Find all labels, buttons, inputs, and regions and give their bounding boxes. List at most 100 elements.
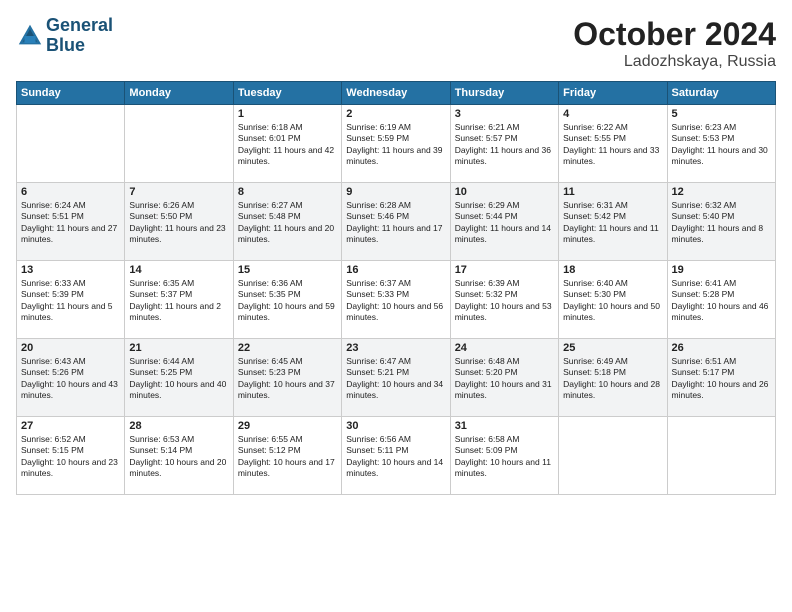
calendar-day-cell: 1Sunrise: 6:18 AM Sunset: 6:01 PM Daylig… — [233, 105, 341, 183]
day-info: Sunrise: 6:26 AM Sunset: 5:50 PM Dayligh… — [129, 200, 228, 246]
calendar-day-cell: 23 Sunrise: 6:47 AM Sunset: 5:21 PM Dayli… — [342, 339, 450, 417]
day-number: 12 — [672, 186, 771, 198]
day-info: Sunrise: 6:39 AM Sunset: 5:32 PM Dayligh… — [455, 278, 554, 324]
calendar-week-row: 27 Sunrise: 6:52 AM Sunset: 5:15 PM Dayli… — [17, 417, 776, 495]
day-info: Sunrise: 6:23 AM Sunset: 5:53 PM Dayligh… — [672, 122, 771, 168]
day-info: Sunrise: 6:55 AM Sunset: 5:12 PM Dayligh… — [238, 434, 337, 480]
calendar-day-cell: 4 Sunrise: 6:22 AM Sunset: 5:55 PM Daylig… — [559, 105, 667, 183]
calendar-day-cell: 20Sunrise: 6:43 AM Sunset: 5:26 PM Dayli… — [17, 339, 125, 417]
day-info: Sunrise: 6:37 AM Sunset: 5:33 PM Dayligh… — [346, 278, 445, 324]
day-info: Sunrise: 6:22 AM Sunset: 5:55 PM Dayligh… — [563, 122, 662, 168]
calendar-day-cell: 24 Sunrise: 6:48 AM Sunset: 5:20 PM Dayli… — [450, 339, 558, 417]
title-block: October 2024 Ladozhskaya, Russia — [573, 16, 776, 71]
title-location: Ladozhskaya, Russia — [573, 53, 776, 71]
day-number: 21 — [129, 342, 228, 354]
day-info: Sunrise: 6:27 AM Sunset: 5:48 PM Dayligh… — [238, 200, 337, 246]
day-number: 22 — [238, 342, 337, 354]
calendar-day-cell: 12Sunrise: 6:32 AM Sunset: 5:40 PM Dayli… — [667, 183, 775, 261]
day-info: Sunrise: 6:40 AM Sunset: 5:30 PM Dayligh… — [563, 278, 662, 324]
day-number: 26 — [672, 342, 771, 354]
calendar-day-cell: 14 Sunrise: 6:35 AM Sunset: 5:37 PM Dayli… — [125, 261, 233, 339]
day-info: Sunrise: 6:24 AM Sunset: 5:51 PM Dayligh… — [21, 200, 120, 246]
day-info: Sunrise: 6:45 AM Sunset: 5:23 PM Dayligh… — [238, 356, 337, 402]
day-number: 29 — [238, 420, 337, 432]
day-number: 17 — [455, 264, 554, 276]
calendar-day-cell — [559, 417, 667, 495]
calendar-day-cell: 27 Sunrise: 6:52 AM Sunset: 5:15 PM Dayli… — [17, 417, 125, 495]
day-info: Sunrise: 6:47 AM Sunset: 5:21 PM Dayligh… — [346, 356, 445, 402]
calendar-day-cell: 18 Sunrise: 6:40 AM Sunset: 5:30 PM Dayli… — [559, 261, 667, 339]
day-info: Sunrise: 6:18 AM Sunset: 6:01 PM Dayligh… — [238, 122, 337, 168]
day-number: 19 — [672, 264, 771, 276]
day-number: 27 — [21, 420, 120, 432]
day-info: Sunrise: 6:53 AM Sunset: 5:14 PM Dayligh… — [129, 434, 228, 480]
day-info: Sunrise: 6:56 AM Sunset: 5:11 PM Dayligh… — [346, 434, 445, 480]
day-info: Sunrise: 6:58 AM Sunset: 5:09 PM Dayligh… — [455, 434, 554, 480]
calendar-day-cell: 29 Sunrise: 6:55 AM Sunset: 5:12 PM Dayli… — [233, 417, 341, 495]
calendar-day-cell: 13Sunrise: 6:33 AM Sunset: 5:39 PM Dayli… — [17, 261, 125, 339]
day-info: Sunrise: 6:48 AM Sunset: 5:20 PM Dayligh… — [455, 356, 554, 402]
day-info: Sunrise: 6:52 AM Sunset: 5:15 PM Dayligh… — [21, 434, 120, 480]
header-friday: Friday — [559, 82, 667, 105]
day-number: 28 — [129, 420, 228, 432]
calendar-day-cell: 15Sunrise: 6:36 AM Sunset: 5:35 PM Dayli… — [233, 261, 341, 339]
day-number: 23 — [346, 342, 445, 354]
header-wednesday: Wednesday — [342, 82, 450, 105]
header-saturday: Saturday — [667, 82, 775, 105]
calendar-day-cell: 2Sunrise: 6:19 AM Sunset: 5:59 PM Daylig… — [342, 105, 450, 183]
day-info: Sunrise: 6:35 AM Sunset: 5:37 PM Dayligh… — [129, 278, 228, 324]
calendar-day-cell: 9Sunrise: 6:28 AM Sunset: 5:46 PM Daylig… — [342, 183, 450, 261]
weekday-header-row: Sunday Monday Tuesday Wednesday Thursday… — [17, 82, 776, 105]
day-info: Sunrise: 6:44 AM Sunset: 5:25 PM Dayligh… — [129, 356, 228, 402]
day-info: Sunrise: 6:29 AM Sunset: 5:44 PM Dayligh… — [455, 200, 554, 246]
day-number: 30 — [346, 420, 445, 432]
day-number: 31 — [455, 420, 554, 432]
day-number: 5 — [672, 108, 771, 120]
calendar-day-cell: 31 Sunrise: 6:58 AM Sunset: 5:09 PM Dayli… — [450, 417, 558, 495]
day-info: Sunrise: 6:49 AM Sunset: 5:18 PM Dayligh… — [563, 356, 662, 402]
day-info: Sunrise: 6:19 AM Sunset: 5:59 PM Dayligh… — [346, 122, 445, 168]
header-thursday: Thursday — [450, 82, 558, 105]
calendar-day-cell: 3 Sunrise: 6:21 AM Sunset: 5:57 PM Daylig… — [450, 105, 558, 183]
calendar-day-cell: 5 Sunrise: 6:23 AM Sunset: 5:53 PM Daylig… — [667, 105, 775, 183]
calendar-day-cell — [667, 417, 775, 495]
calendar-day-cell: 6 Sunrise: 6:24 AM Sunset: 5:51 PM Daylig… — [17, 183, 125, 261]
day-number: 16 — [346, 264, 445, 276]
calendar-day-cell: 22 Sunrise: 6:45 AM Sunset: 5:23 PM Dayli… — [233, 339, 341, 417]
calendar-week-row: 20Sunrise: 6:43 AM Sunset: 5:26 PM Dayli… — [17, 339, 776, 417]
day-number: 25 — [563, 342, 662, 354]
day-number: 6 — [21, 186, 120, 198]
calendar-day-cell: 16 Sunrise: 6:37 AM Sunset: 5:33 PM Dayli… — [342, 261, 450, 339]
day-number: 10 — [455, 186, 554, 198]
day-number: 18 — [563, 264, 662, 276]
calendar-week-row: 1Sunrise: 6:18 AM Sunset: 6:01 PM Daylig… — [17, 105, 776, 183]
day-number: 24 — [455, 342, 554, 354]
calendar-body: 1Sunrise: 6:18 AM Sunset: 6:01 PM Daylig… — [17, 105, 776, 495]
day-number: 15 — [238, 264, 337, 276]
title-month: October 2024 — [573, 16, 776, 53]
calendar-week-row: 6 Sunrise: 6:24 AM Sunset: 5:51 PM Daylig… — [17, 183, 776, 261]
day-info: Sunrise: 6:21 AM Sunset: 5:57 PM Dayligh… — [455, 122, 554, 168]
logo-line2: Blue — [46, 36, 113, 56]
calendar-day-cell — [17, 105, 125, 183]
day-number: 7 — [129, 186, 228, 198]
calendar-day-cell: 28 Sunrise: 6:53 AM Sunset: 5:14 PM Dayli… — [125, 417, 233, 495]
header-sunday: Sunday — [17, 82, 125, 105]
page-header: General Blue October 2024 Ladozhskaya, R… — [16, 16, 776, 71]
calendar-day-cell: 19Sunrise: 6:41 AM Sunset: 5:28 PM Dayli… — [667, 261, 775, 339]
day-number: 4 — [563, 108, 662, 120]
calendar-day-cell: 17 Sunrise: 6:39 AM Sunset: 5:32 PM Dayli… — [450, 261, 558, 339]
calendar-week-row: 13Sunrise: 6:33 AM Sunset: 5:39 PM Dayli… — [17, 261, 776, 339]
calendar-day-cell: 7 Sunrise: 6:26 AM Sunset: 5:50 PM Daylig… — [125, 183, 233, 261]
day-info: Sunrise: 6:51 AM Sunset: 5:17 PM Dayligh… — [672, 356, 771, 402]
day-number: 14 — [129, 264, 228, 276]
calendar-day-cell: 8Sunrise: 6:27 AM Sunset: 5:48 PM Daylig… — [233, 183, 341, 261]
calendar-day-cell: 25 Sunrise: 6:49 AM Sunset: 5:18 PM Dayli… — [559, 339, 667, 417]
day-number: 3 — [455, 108, 554, 120]
day-number: 9 — [346, 186, 445, 198]
calendar-day-cell — [125, 105, 233, 183]
logo-icon — [16, 22, 44, 50]
calendar-day-cell: 11Sunrise: 6:31 AM Sunset: 5:42 PM Dayli… — [559, 183, 667, 261]
day-info: Sunrise: 6:31 AM Sunset: 5:42 PM Dayligh… — [563, 200, 662, 246]
day-number: 20 — [21, 342, 120, 354]
